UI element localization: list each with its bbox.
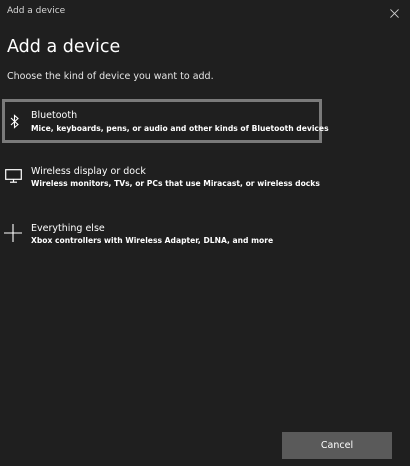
window-title: Add a device	[7, 6, 66, 16]
option-wireless-display-description: Wireless monitors, TVs, or PCs that use …	[31, 179, 320, 188]
add-device-dialog: Add a device Add a device Choose the kin…	[0, 0, 410, 466]
plus-icon	[4, 224, 22, 242]
option-everything-else[interactable]: Everything else Xbox controllers with Wi…	[2, 217, 322, 261]
option-bluetooth-description: Mice, keyboards, pens, or audio and othe…	[31, 124, 329, 133]
close-icon	[389, 8, 399, 18]
option-everything-else-title: Everything else	[31, 223, 105, 234]
option-bluetooth-title: Bluetooth	[31, 110, 78, 121]
title-bar: Add a device	[0, 0, 410, 26]
option-bluetooth[interactable]: Bluetooth Mice, keyboards, pens, or audi…	[2, 99, 329, 143]
option-everything-else-description: Xbox controllers with Wireless Adapter, …	[31, 236, 274, 245]
monitor-icon	[5, 169, 22, 183]
close-button[interactable]	[378, 0, 410, 26]
option-wireless-display[interactable]: Wireless display or dock Wireless monito…	[2, 160, 322, 204]
cancel-button[interactable]: Cancel	[282, 432, 392, 459]
page-subtitle: Choose the kind of device you want to ad…	[7, 71, 214, 82]
bluetooth-icon	[8, 113, 22, 129]
page-title: Add a device	[7, 37, 121, 57]
option-wireless-display-title: Wireless display or dock	[31, 166, 146, 177]
